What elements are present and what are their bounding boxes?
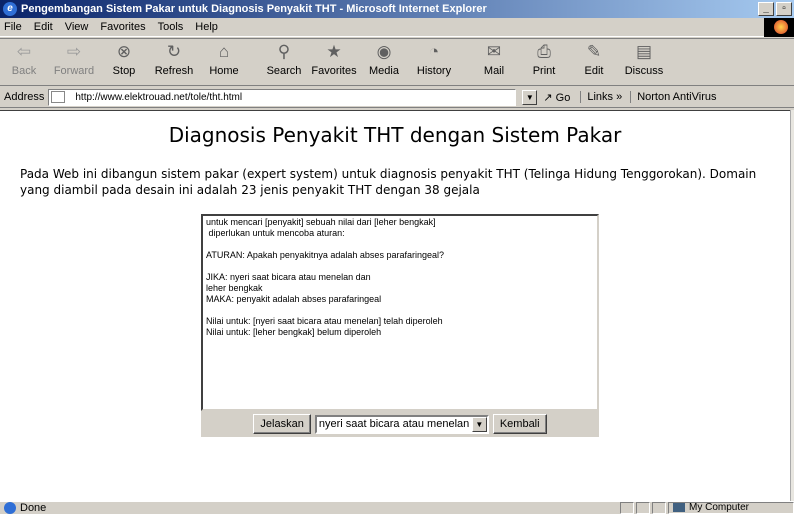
- symptom-select[interactable]: nyeri saat bicara atau menelan ▼: [314, 414, 489, 434]
- windows-logo-icon: [764, 18, 794, 37]
- chevron-down-icon[interactable]: ▼: [471, 416, 487, 432]
- computer-icon: [673, 503, 685, 512]
- go-arrow-icon: ↗: [543, 91, 553, 104]
- minimize-button[interactable]: _: [758, 2, 774, 16]
- home-button[interactable]: ⌂ Home: [200, 41, 248, 77]
- expert-controls: Jelaskan nyeri saat bicara atau menelan …: [201, 411, 599, 437]
- menu-favorites[interactable]: Favorites: [94, 21, 151, 33]
- mail-label: Mail: [483, 65, 505, 77]
- status-pane: [620, 501, 634, 514]
- explain-button[interactable]: Jelaskan: [253, 414, 311, 434]
- refresh-icon: ↻: [166, 42, 182, 61]
- edit-label: Edit: [584, 65, 604, 77]
- search-icon: ⚲: [277, 42, 291, 61]
- page-content: Diagnosis Penyakit THT dengan Sistem Pak…: [0, 110, 790, 501]
- print-label: Print: [532, 65, 556, 77]
- stop-label: Stop: [112, 65, 136, 77]
- title-bar: e Pengembangan Sistem Pakar untuk Diagno…: [0, 0, 794, 18]
- window-title: Pengembangan Sistem Pakar untuk Diagnosi…: [21, 3, 487, 15]
- page-done-icon: [4, 501, 16, 514]
- history-label: History: [416, 65, 452, 77]
- output-line: Nilai untuk: [nyeri saat bicara atau men…: [206, 316, 443, 326]
- history-button[interactable]: ◔ History: [410, 41, 458, 77]
- status-bar: Done My Computer: [0, 501, 794, 514]
- history-icon: ◔: [428, 42, 440, 61]
- menu-tools[interactable]: Tools: [152, 21, 190, 33]
- status-pane: [636, 501, 650, 514]
- home-label: Home: [209, 65, 239, 77]
- page-icon: [51, 91, 66, 103]
- vertical-scrollbar[interactable]: [790, 110, 794, 501]
- refresh-button[interactable]: ↻ Refresh: [150, 41, 198, 77]
- expert-system-output[interactable]: untuk mencari [penyakit] sebuah nilai da…: [201, 214, 599, 411]
- refresh-label: Refresh: [154, 65, 194, 77]
- output-line: leher bengkak: [206, 283, 263, 293]
- address-url: http://www.elektrouad.net/tole/tht.html: [75, 91, 243, 103]
- discuss-button[interactable]: ▤ Discuss: [620, 41, 668, 77]
- favorites-label: Favorites: [311, 65, 357, 77]
- favorites-button[interactable]: ★ Favorites: [310, 41, 358, 77]
- media-button[interactable]: ◉ Media: [360, 41, 408, 77]
- mail-button[interactable]: ✉ Mail: [470, 41, 518, 77]
- output-line: diperlukan untuk mencoba aturan:: [206, 228, 345, 238]
- search-button[interactable]: ⚲ Search: [260, 41, 308, 77]
- page-intro: Pada Web ini dibangun sistem pakar (expe…: [20, 167, 757, 197]
- edit-button[interactable]: ✎ Edit: [570, 41, 618, 77]
- go-button[interactable]: ↗ Go: [543, 91, 570, 104]
- stop-icon: ⊗: [116, 42, 132, 61]
- zone-label: My Computer: [689, 502, 750, 513]
- output-line: MAKA: penyakit adalah abses parafaringea…: [206, 294, 382, 304]
- links-button[interactable]: Links »: [580, 91, 622, 103]
- symptom-select-value: nyeri saat bicara atau menelan: [318, 418, 470, 430]
- forward-arrow-icon: ⇨: [66, 42, 82, 61]
- norton-antivirus-button[interactable]: Norton AntiVirus: [630, 91, 716, 103]
- status-pane: [652, 501, 666, 514]
- output-line: JIKA: nyeri saat bicara atau menelan dan: [206, 272, 371, 282]
- output-line: ATURAN: Apakah penyakitnya adalah abses …: [206, 250, 444, 260]
- back-label: Back: [11, 65, 37, 77]
- print-button[interactable]: ⎙ Print: [520, 41, 568, 77]
- home-icon: ⌂: [218, 42, 230, 61]
- address-input[interactable]: http://www.elektrouad.net/tole/tht.html: [48, 88, 517, 106]
- ie-logo-icon: e: [3, 2, 17, 16]
- discuss-label: Discuss: [624, 65, 664, 77]
- favorites-icon: ★: [326, 42, 342, 61]
- menu-file[interactable]: File: [0, 21, 28, 33]
- print-icon: ⎙: [537, 42, 551, 61]
- address-bar: Address http://www.elektrouad.net/tole/t…: [0, 87, 794, 108]
- back-page-button[interactable]: Kembali: [492, 414, 547, 434]
- media-icon: ◉: [376, 42, 392, 61]
- forward-button[interactable]: ⇨ Forward: [50, 41, 98, 77]
- back-arrow-icon: ⇦: [16, 42, 32, 61]
- address-dropdown-icon[interactable]: ▼: [522, 89, 538, 105]
- output-line: untuk mencari [penyakit] sebuah nilai da…: [206, 217, 436, 227]
- maximize-button[interactable]: ▫: [776, 2, 792, 16]
- back-button[interactable]: ⇦ Back: [0, 41, 48, 77]
- discuss-icon: ▤: [635, 42, 653, 61]
- edit-icon: ✎: [586, 42, 602, 61]
- page-title: Diagnosis Penyakit THT dengan Sistem Pak…: [168, 123, 622, 147]
- menu-help[interactable]: Help: [189, 21, 224, 33]
- output-line: Nilai untuk: [leher bengkak] belum diper…: [206, 327, 382, 337]
- search-label: Search: [266, 65, 302, 77]
- address-label: Address: [4, 91, 45, 103]
- stop-button[interactable]: ⊗ Stop: [100, 41, 148, 77]
- status-text: Done: [20, 501, 47, 514]
- menu-bar: File Edit View Favorites Tools Help: [0, 18, 794, 37]
- browser-window: e Pengembangan Sistem Pakar untuk Diagno…: [0, 0, 794, 514]
- menu-view[interactable]: View: [59, 21, 95, 33]
- go-label: Go: [555, 91, 571, 104]
- forward-label: Forward: [53, 65, 95, 77]
- menu-edit[interactable]: Edit: [28, 21, 59, 33]
- mail-icon: ✉: [486, 42, 502, 61]
- toolbar: ⇦ Back ⇨ Forward ⊗ Stop ↻ Refresh ⌂ Home…: [0, 38, 794, 86]
- security-zone: My Computer: [668, 501, 794, 514]
- media-label: Media: [369, 65, 399, 77]
